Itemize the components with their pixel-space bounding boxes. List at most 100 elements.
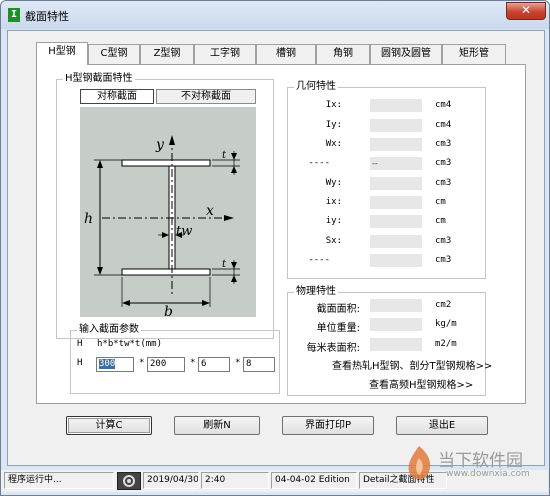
tab-angle[interactable]: 角钢 bbox=[316, 44, 370, 64]
h-arrow-top bbox=[97, 160, 103, 168]
y-axis-label: y bbox=[155, 137, 165, 153]
t-top-label: t bbox=[222, 150, 227, 161]
site-logo-icon bbox=[408, 446, 431, 480]
ry-label: iy: bbox=[325, 216, 342, 226]
status-date: 2019/04/30 bbox=[143, 472, 199, 489]
tw-input[interactable]: 6 bbox=[198, 357, 230, 372]
high-frequency-spec-link[interactable]: 查看高频H型钢规格>> bbox=[369, 376, 473, 391]
param-format-label: h*b*tw*t(mm) bbox=[97, 339, 163, 349]
iy-label: Iy: bbox=[325, 120, 342, 130]
close-button[interactable]: ✕ bbox=[506, 2, 546, 20]
h-section-drawing: y x h b tw t t bbox=[84, 135, 240, 320]
tab-label: 矩形管 bbox=[459, 48, 489, 59]
title-bar[interactable]: I 截面特性 ✕ bbox=[1, 1, 549, 29]
t-bottom-arrow1 bbox=[231, 262, 237, 269]
wy-label: Wy: bbox=[325, 178, 342, 188]
status-time: 2:40 bbox=[201, 472, 269, 489]
site-url: www.downxia.com bbox=[446, 469, 530, 479]
wy-unit: cm3 bbox=[435, 178, 452, 188]
t-input[interactable]: 8 bbox=[243, 357, 275, 372]
button-label: 界面打印P bbox=[304, 420, 352, 431]
t-top-arrow1 bbox=[231, 153, 237, 160]
b-arrow-right bbox=[202, 300, 210, 306]
t-value: 8 bbox=[246, 359, 252, 369]
window-title: 截面特性 bbox=[25, 10, 69, 23]
iy-unit: cm4 bbox=[435, 120, 452, 130]
tab-z-steel[interactable]: Z型钢 bbox=[140, 44, 194, 64]
tw-arrow-left bbox=[162, 232, 169, 238]
sx-value bbox=[370, 235, 422, 248]
exit-button[interactable]: 退出E bbox=[396, 416, 488, 435]
sx2-unit: cm3 bbox=[435, 255, 452, 265]
surface-label: 每米表面积: bbox=[306, 343, 360, 354]
app-icon: I bbox=[8, 8, 20, 22]
symmetric-section-button[interactable]: 对称截面 bbox=[80, 89, 154, 104]
ix-unit: cm4 bbox=[435, 100, 452, 110]
hot-rolled-spec-link[interactable]: 查看热轧H型钢、剖分T型钢规格>> bbox=[332, 357, 492, 372]
tab-label: 角钢 bbox=[333, 48, 353, 59]
ix-label: Ix: bbox=[325, 100, 342, 110]
top-flange bbox=[121, 159, 211, 167]
tab-round-pipe[interactable]: 圆钢及圆管 bbox=[370, 44, 442, 64]
button-label: 计算C bbox=[95, 420, 123, 431]
button-label: 对称截面 bbox=[97, 91, 137, 102]
tw-label: tw bbox=[176, 224, 192, 239]
sx2-label: ---- bbox=[308, 255, 330, 265]
tab-rect-tube[interactable]: 矩形管 bbox=[442, 44, 506, 64]
rx-unit: cm bbox=[435, 197, 446, 207]
tab-h-steel[interactable]: H型钢 bbox=[36, 42, 88, 65]
separator-1: * bbox=[139, 358, 145, 368]
h-value: 300 bbox=[99, 359, 116, 369]
row1-prefix: H bbox=[77, 339, 83, 349]
sx-unit: cm3 bbox=[435, 236, 452, 246]
b-input[interactable]: 200 bbox=[147, 357, 185, 372]
row2-prefix: H bbox=[77, 358, 83, 368]
wx2-value: -- bbox=[370, 157, 422, 170]
area-value bbox=[370, 299, 422, 312]
sx-label: Sx: bbox=[325, 236, 342, 246]
weight-value bbox=[370, 318, 422, 331]
t-bottom-arrow2 bbox=[231, 275, 237, 282]
tab-label: C型钢 bbox=[100, 48, 128, 59]
print-interface-button[interactable]: 界面打印P bbox=[282, 416, 374, 435]
tab-i-beam[interactable]: 工字钢 bbox=[194, 44, 256, 64]
wy-value bbox=[370, 177, 422, 190]
tab-label: 工字钢 bbox=[210, 48, 240, 59]
x-axis-label: x bbox=[206, 203, 214, 219]
tab-label: 槽钢 bbox=[276, 48, 296, 59]
tab-label: H型钢 bbox=[48, 46, 76, 57]
ry-value bbox=[370, 215, 422, 228]
status-edition: 04-04-02 Edition bbox=[271, 472, 357, 489]
tab-label: Z型钢 bbox=[153, 48, 181, 59]
b-label: b bbox=[164, 304, 173, 317]
x-axis-arrow bbox=[224, 215, 234, 221]
t-bottom-label: t bbox=[222, 259, 227, 270]
wx2-unit: cm3 bbox=[435, 158, 452, 168]
tab-label: 圆钢及圆管 bbox=[381, 48, 431, 59]
iy-value bbox=[370, 119, 422, 132]
site-name: 当下软件园 bbox=[438, 451, 523, 471]
surface-unit: m2/m bbox=[435, 339, 457, 349]
separator-2: * bbox=[190, 358, 196, 368]
h-arrow-bottom bbox=[97, 267, 103, 275]
h-input[interactable]: 300 bbox=[96, 357, 134, 372]
weight-unit: kg/m bbox=[435, 319, 457, 329]
t-top-arrow2 bbox=[231, 166, 237, 173]
tab-channel[interactable]: 槽钢 bbox=[256, 44, 316, 64]
gear-icon bbox=[123, 475, 135, 487]
watermark: 当下软件园 www.downxia.com bbox=[402, 442, 542, 488]
asymmetric-section-button[interactable]: 不对称截面 bbox=[156, 89, 256, 104]
refresh-button[interactable]: 刷新N bbox=[174, 416, 260, 435]
tw-value: 6 bbox=[201, 359, 207, 369]
status-app-icon bbox=[117, 472, 141, 490]
separator-3: * bbox=[235, 358, 241, 368]
b-value: 200 bbox=[150, 359, 167, 369]
wx-label: Wx: bbox=[325, 139, 342, 149]
calculate-button[interactable]: 计算C bbox=[66, 416, 152, 435]
tab-c-steel[interactable]: C型钢 bbox=[88, 44, 140, 64]
h-section-diagram: y x h b tw t t bbox=[80, 107, 256, 320]
rx-value bbox=[370, 196, 422, 209]
geometry-title: 几何特性 bbox=[294, 81, 338, 93]
wx2-label: ---- bbox=[308, 158, 330, 168]
ix-value bbox=[370, 99, 422, 112]
